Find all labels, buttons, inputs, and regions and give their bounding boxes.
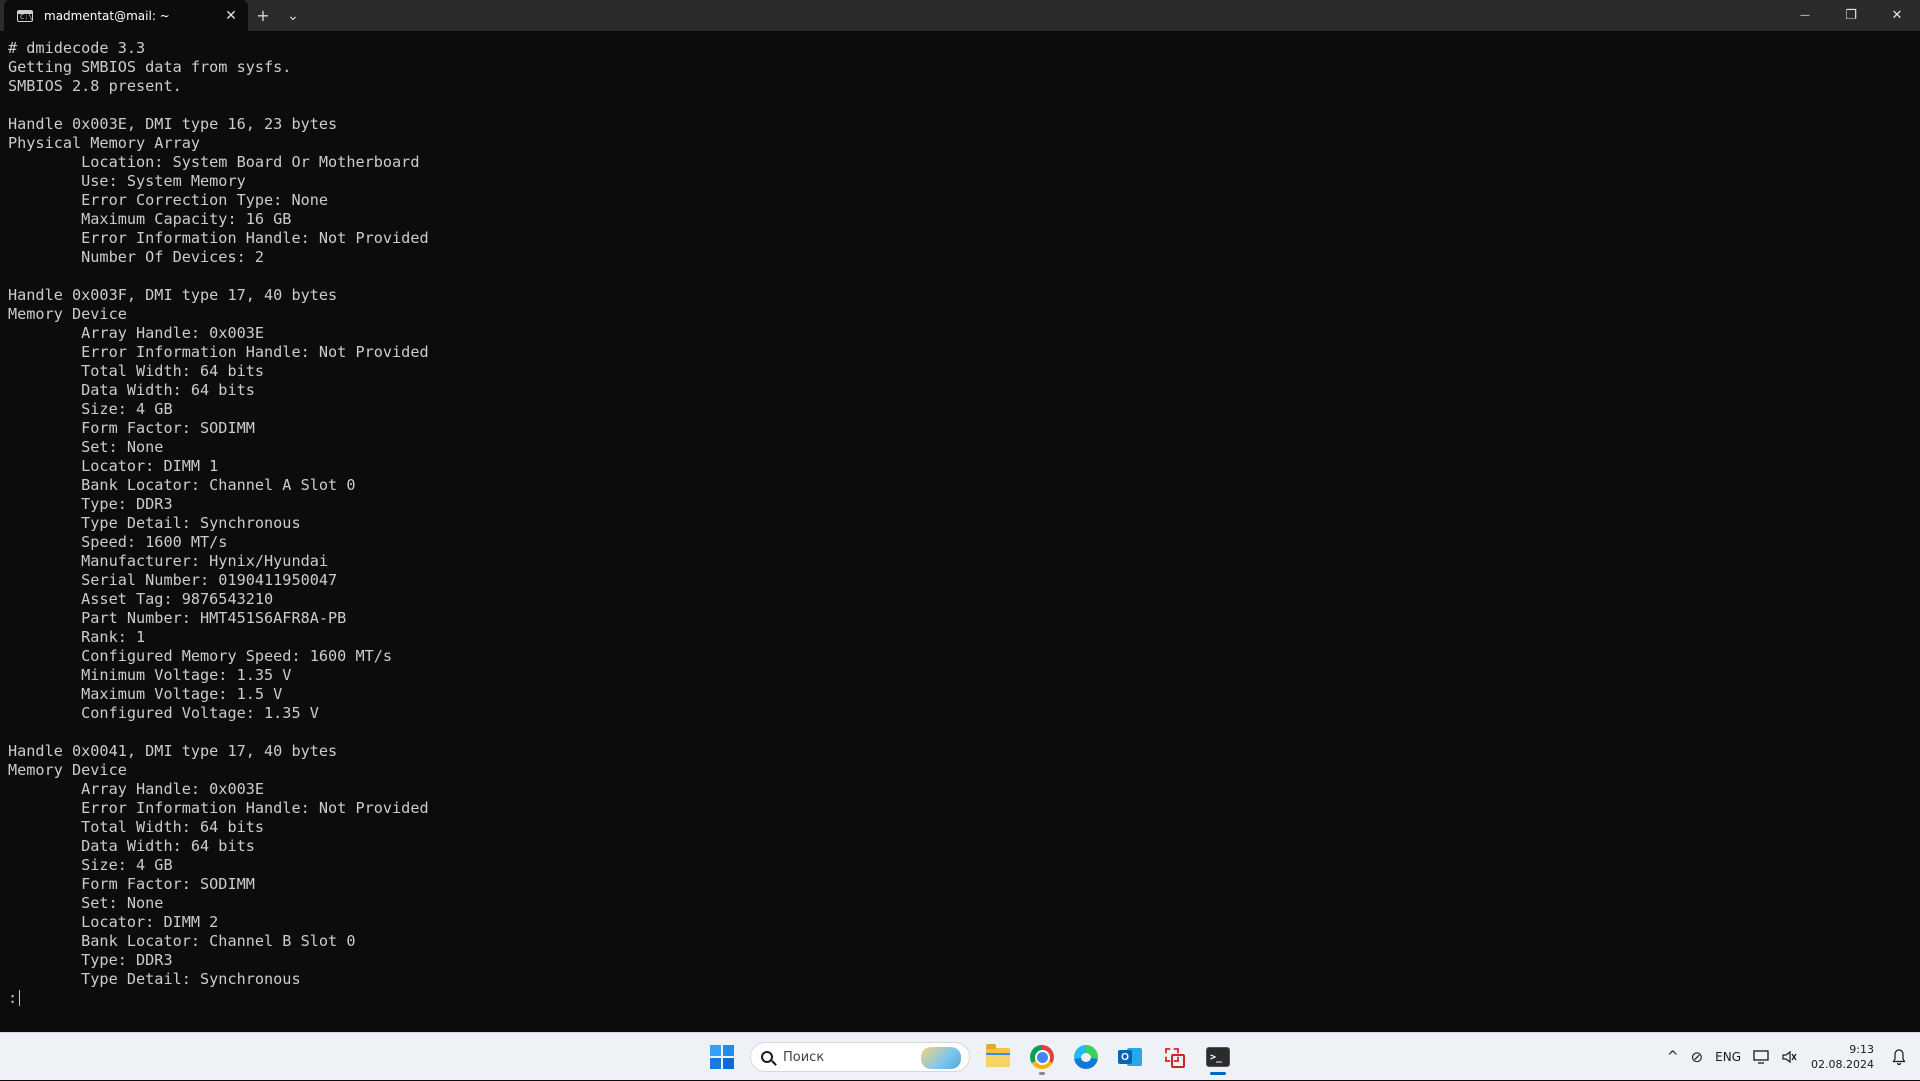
edge-icon <box>1074 1045 1098 1069</box>
file-explorer-button[interactable] <box>976 1037 1020 1077</box>
volume-icon[interactable] <box>1775 1037 1803 1077</box>
display-icon[interactable] <box>1747 1037 1775 1077</box>
running-indicator <box>1039 1072 1045 1075</box>
terminal-line: Size: 4 GB <box>8 856 173 874</box>
terminal-line: # dmidecode 3.3 <box>8 39 146 57</box>
terminal-line: Serial Number: 0190411950047 <box>8 571 338 589</box>
close-window-button[interactable]: ✕ <box>1874 0 1920 31</box>
terminal-line: Array Handle: 0x003E <box>8 324 265 342</box>
clock-date: 02.08.2024 <box>1811 1058 1874 1071</box>
show-hidden-icons-chevron-up-icon[interactable]: ^ <box>1661 1037 1685 1077</box>
window-controls: — ❐ ✕ <box>1782 0 1920 31</box>
network-offline-icon[interactable]: ⊘ <box>1685 1037 1710 1077</box>
terminal-line: Speed: 1600 MT/s <box>8 533 228 551</box>
windows-start-icon <box>710 1045 734 1069</box>
terminal-line: Part Number: HMT451S6AFR8A-PB <box>8 609 347 627</box>
terminal-line: Physical Memory Array <box>8 134 201 152</box>
minimize-button[interactable]: — <box>1782 0 1828 31</box>
terminal-line: Memory Device <box>8 305 127 323</box>
terminal-output[interactable]: # dmidecode 3.3 Getting SMBIOS data from … <box>0 31 1920 1032</box>
terminal-line: Array Handle: 0x003E <box>8 780 265 798</box>
tab-title: madmentat@mail: ~ <box>44 8 170 23</box>
terminal-line: Bank Locator: Channel A Slot 0 <box>8 476 356 494</box>
terminal-line: SMBIOS 2.8 present. <box>8 77 182 95</box>
terminal-icon: >_ <box>1206 1047 1230 1067</box>
terminal-line: Handle 0x003F, DMI type 17, 40 bytes <box>8 286 338 304</box>
terminal-line: Total Width: 64 bits <box>8 818 265 836</box>
terminal-line: Use: System Memory <box>8 172 246 190</box>
new-tab-button[interactable]: + <box>248 0 278 31</box>
terminal-line: Locator: DIMM 2 <box>8 913 219 931</box>
terminal-line: Asset Tag: 9876543210 <box>8 590 274 608</box>
taskbar-search[interactable]: Поиск <box>750 1042 970 1072</box>
terminal-line: Form Factor: SODIMM <box>8 419 255 437</box>
terminal-line: Location: System Board Or Motherboard <box>8 153 420 171</box>
clock[interactable]: 9:13 02.08.2024 <box>1803 1042 1884 1072</box>
terminal-line: Type: DDR3 <box>8 951 173 969</box>
terminal-text: # dmidecode 3.3 Getting SMBIOS data from … <box>8 39 429 1008</box>
snipping-tool-icon <box>1163 1046 1185 1068</box>
terminal-line: Rank: 1 <box>8 628 146 646</box>
clock-time: 9:13 <box>1849 1043 1874 1056</box>
taskbar-apps: Поиск O >_ <box>700 1033 1240 1081</box>
terminal-line: Maximum Capacity: 16 GB <box>8 210 292 228</box>
pager-prompt-text: : <box>8 989 18 1007</box>
terminal-line: Memory Device <box>8 761 127 779</box>
terminal-tab-icon: C:\ <box>17 9 33 22</box>
outlook-button[interactable]: O <box>1108 1037 1152 1077</box>
terminal-line: Handle 0x0041, DMI type 17, 40 bytes <box>8 742 338 760</box>
terminal-button[interactable]: >_ <box>1196 1037 1240 1077</box>
outlook-icon: O <box>1118 1046 1142 1068</box>
terminal-line: Number Of Devices: 2 <box>8 248 265 266</box>
terminal-line: Manufacturer: Hynix/Hyundai <box>8 552 329 570</box>
tab-close-icon[interactable]: ✕ <box>220 5 242 27</box>
terminal-line: Error Information Handle: Not Provided <box>8 229 429 247</box>
terminal-line: Data Width: 64 bits <box>8 381 255 399</box>
title-bar: C:\ madmentat@mail: ~ ✕ + ⌄ — ❐ ✕ <box>0 0 1920 31</box>
terminal-line: Minimum Voltage: 1.35 V <box>8 666 292 684</box>
search-highlight-image <box>921 1047 961 1069</box>
pager-prompt: : <box>8 989 429 1008</box>
language-indicator[interactable]: ENG <box>1709 1037 1747 1077</box>
terminal-line: Maximum Voltage: 1.5 V <box>8 685 283 703</box>
terminal-line: Size: 4 GB <box>8 400 173 418</box>
terminal-line: Type: DDR3 <box>8 495 173 513</box>
terminal-line: Form Factor: SODIMM <box>8 875 255 893</box>
terminal-line: Locator: DIMM 1 <box>8 457 219 475</box>
terminal-tab[interactable]: C:\ madmentat@mail: ~ ✕ <box>4 0 248 31</box>
start-button[interactable] <box>700 1037 744 1077</box>
terminal-line: Handle 0x003E, DMI type 16, 23 bytes <box>8 115 338 133</box>
notification-bell-icon[interactable] <box>1884 1037 1914 1077</box>
terminal-line: Error Information Handle: Not Provided <box>8 343 429 361</box>
terminal-line: Total Width: 64 bits <box>8 362 265 380</box>
terminal-line: Set: None <box>8 438 164 456</box>
terminal-line: Type Detail: Synchronous <box>8 970 301 988</box>
terminal-line: Bank Locator: Channel B Slot 0 <box>8 932 356 950</box>
maximize-button[interactable]: ❐ <box>1828 0 1874 31</box>
terminal-line: Data Width: 64 bits <box>8 837 255 855</box>
search-placeholder: Поиск <box>783 1049 825 1065</box>
active-app-indicator <box>1210 1072 1226 1075</box>
taskbar: Поиск O >_ ^ ⊘ ENG 9:13 02.08.2024 <box>0 1032 1920 1080</box>
terminal-line: Type Detail: Synchronous <box>8 514 301 532</box>
system-tray: ^ ⊘ ENG 9:13 02.08.2024 <box>1661 1033 1920 1081</box>
terminal-line: Error Information Handle: Not Provided <box>8 799 429 817</box>
terminal-line: Configured Memory Speed: 1600 MT/s <box>8 647 393 665</box>
tab-dropdown-chevron-down-icon[interactable]: ⌄ <box>278 0 308 31</box>
edge-button[interactable] <box>1064 1037 1108 1077</box>
text-cursor <box>19 990 21 1006</box>
file-explorer-icon <box>986 1043 1010 1067</box>
snipping-tool-button[interactable] <box>1152 1037 1196 1077</box>
terminal-line: Getting SMBIOS data from sysfs. <box>8 58 292 76</box>
chrome-icon <box>1030 1045 1054 1069</box>
chrome-button[interactable] <box>1020 1037 1064 1077</box>
terminal-line: Error Correction Type: None <box>8 191 329 209</box>
terminal-line: Set: None <box>8 894 164 912</box>
terminal-line: Configured Voltage: 1.35 V <box>8 704 319 722</box>
search-icon <box>761 1051 773 1063</box>
